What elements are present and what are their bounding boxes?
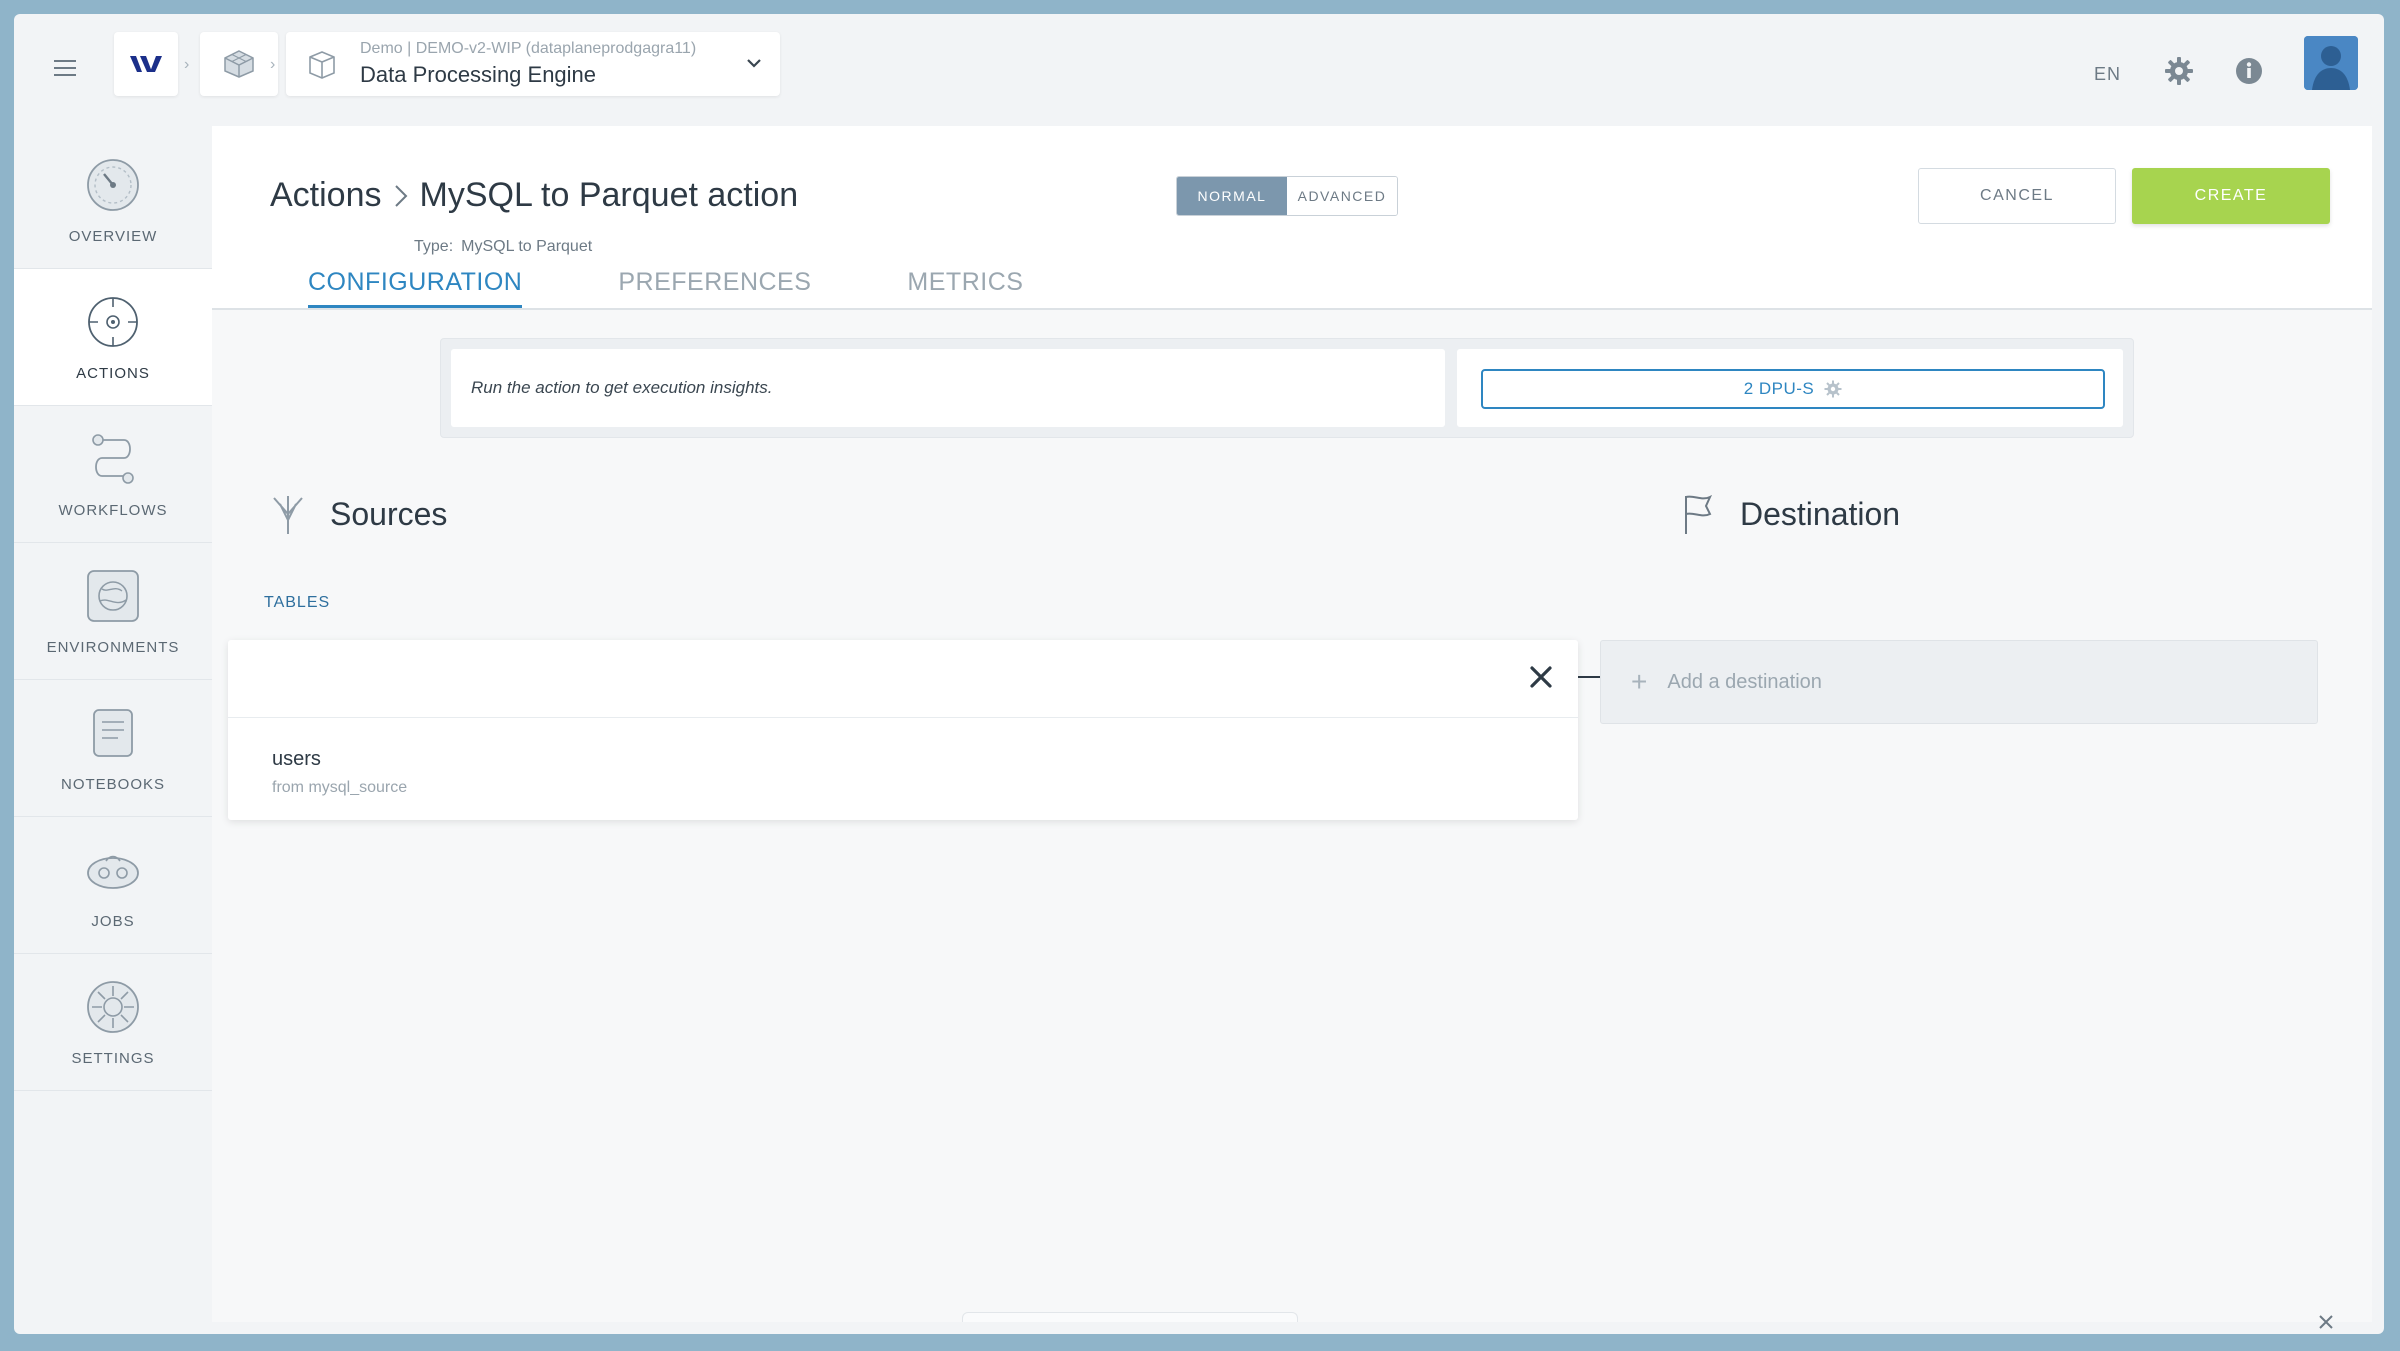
dpu-label: 2 DPU-S — [1743, 379, 1815, 398]
project-button[interactable] — [200, 32, 278, 96]
notebook-icon — [93, 708, 133, 757]
action-type: Type: MySQL to Parquet — [414, 238, 592, 256]
menu-icon[interactable] — [54, 58, 80, 78]
breadcrumb: Actions MySQL to Parquet action — [270, 176, 798, 215]
list-item[interactable]: users from mysql_source — [228, 718, 1578, 797]
sources-title: Sources — [330, 495, 448, 532]
card-header — [228, 640, 1578, 718]
user-avatar-icon — [2304, 36, 2358, 90]
sidebar-item-label: OVERVIEW — [68, 227, 158, 245]
close-icon[interactable] — [1526, 662, 1556, 692]
sources-tree-icon — [273, 496, 303, 534]
sidebar-item-overview[interactable]: OVERVIEW — [14, 132, 212, 269]
settings-icon — [87, 980, 139, 1033]
sidebar-item-jobs[interactable]: JOBS — [14, 817, 212, 954]
language-selector[interactable]: EN — [2094, 64, 2121, 85]
jobs-icon — [87, 855, 139, 889]
main-panel: Actions MySQL to Parquet action Type: MyS… — [212, 126, 2372, 1322]
chevron-right-icon: › — [270, 56, 276, 73]
engine-box-icon — [309, 51, 335, 79]
sidebar-item-label: JOBS — [91, 912, 135, 930]
type-value: MySQL to Parquet — [461, 238, 593, 255]
sidebar-item-notebooks[interactable]: NOTEBOOKS — [14, 680, 212, 817]
brand-logo-icon — [130, 56, 162, 72]
sidebar-item-label: WORKFLOWS — [58, 501, 168, 519]
insights-message: Run the action to get execution insights… — [451, 349, 1445, 427]
chevron-right-icon — [394, 184, 407, 207]
chevron-right-icon: › — [184, 56, 190, 73]
add-destination-label: Add a destination — [1667, 670, 1822, 693]
gear-icon[interactable] — [2164, 56, 2194, 86]
sources-header: Sources — [266, 492, 447, 536]
tab-configuration[interactable]: CONFIGURATION — [308, 268, 523, 308]
workflow-icon — [92, 433, 134, 484]
engine-meta: Demo | DEMO-v2-WIP (dataplaneprodgagra11… — [360, 40, 697, 57]
mode-normal-button[interactable]: NORMAL — [1177, 177, 1287, 215]
flag-icon — [1685, 494, 1713, 534]
tab-metrics[interactable]: METRICS — [907, 268, 1023, 308]
sidebar-item-label: NOTEBOOKS — [60, 775, 166, 793]
bottom-drawer-handle[interactable] — [962, 1312, 1298, 1322]
table-source: from mysql_source — [272, 779, 408, 796]
chevron-down-icon — [746, 52, 762, 73]
gear-icon — [1824, 380, 1842, 398]
insights-bar: Run the action to get execution insights… — [440, 338, 2134, 438]
plus-icon: + — [1631, 666, 1648, 697]
close-icon[interactable] — [2316, 1312, 2336, 1332]
tables-label: TABLES — [264, 594, 331, 611]
avatar[interactable] — [2304, 36, 2358, 90]
mode-advanced-button[interactable]: ADVANCED — [1287, 177, 1397, 215]
gauge-icon — [87, 158, 139, 211]
destination-title: Destination — [1740, 495, 1901, 532]
mode-toggle: NORMAL ADVANCED — [1176, 176, 1398, 216]
cancel-button[interactable]: CANCEL — [1918, 168, 2116, 224]
target-icon — [88, 296, 138, 347]
sidebar-item-workflows[interactable]: WORKFLOWS — [14, 406, 212, 543]
create-button[interactable]: CREATE — [2132, 168, 2330, 224]
type-label: Type: — [414, 238, 454, 255]
destination-header: Destination — [1676, 492, 1900, 536]
sidebar-item-environments[interactable]: ENVIRONMENTS — [14, 543, 212, 680]
sidebar-item-label: ENVIRONMENTS — [46, 638, 180, 656]
tab-preferences[interactable]: PREFERENCES — [618, 268, 811, 308]
engine-text: Demo | DEMO-v2-WIP (dataplaneprodgagra11… — [360, 40, 696, 88]
top-bar: › › Demo | DEMO-v2-WIP (dataplaneprodgag… — [14, 14, 2384, 126]
app-window: › › Demo | DEMO-v2-WIP (dataplaneprodgag… — [14, 14, 2384, 1334]
engine-selector[interactable]: Demo | DEMO-v2-WIP (dataplaneprodgagra11… — [286, 32, 780, 96]
sidebar-item-label: SETTINGS — [71, 1049, 155, 1067]
table-name: users — [272, 748, 321, 770]
logo-button[interactable] — [114, 32, 178, 96]
sidebar-item-label: ACTIONS — [76, 364, 150, 382]
page-title: MySQL to Parquet action — [419, 176, 799, 214]
action-header: Actions MySQL to Parquet action Type: MyS… — [212, 126, 2372, 310]
tab-bar: CONFIGURATION PREFERENCES METRICS — [308, 268, 1119, 308]
connector-line — [1578, 676, 1600, 678]
sidebar-item-actions[interactable]: ACTIONS — [14, 269, 218, 406]
info-icon[interactable] — [2234, 56, 2264, 86]
cubes-icon — [224, 50, 254, 78]
dpu-panel: 2 DPU-S — [1457, 349, 2123, 427]
sidebar: OVERVIEW ACTIONS WORKFLOWS ENVIRONMENTS … — [14, 132, 218, 1091]
breadcrumb-actions-link[interactable]: Actions — [270, 176, 382, 215]
dpu-button[interactable]: 2 DPU-S — [1481, 369, 2105, 409]
engine-name: Data Processing Engine — [360, 62, 597, 87]
source-tables-card: users from mysql_source — [228, 640, 1578, 820]
sidebar-item-settings[interactable]: SETTINGS — [14, 954, 212, 1091]
add-destination-button[interactable]: + Add a destination — [1600, 640, 2318, 724]
environment-icon — [87, 569, 139, 622]
